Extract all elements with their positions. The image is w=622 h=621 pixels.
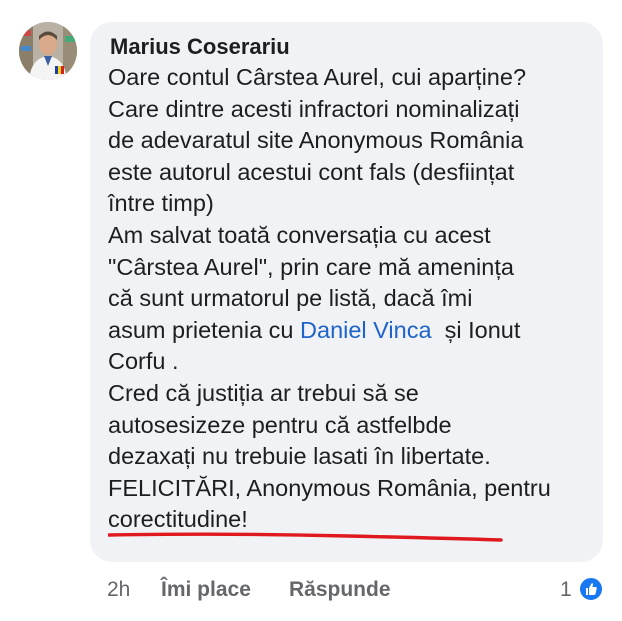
comment-line: "Cârstea Aurel", prin care mă amenința: [108, 253, 514, 280]
mention-suffix: și Ionut: [431, 316, 521, 343]
comment-line: de adevaratul site Anonymous România: [108, 127, 524, 154]
underlined-text: FELICITĂRI, Anonymous România: [108, 474, 472, 501]
comment-line: dezaxați nu trebuie lasati în libertate.: [108, 443, 491, 470]
comment-footer: 2h Îmi place Răspunde 1: [0, 576, 622, 604]
comment-line: Cred că justiția ar trebui să se: [108, 379, 419, 406]
avatar-photo: [19, 22, 77, 80]
comment-line: corectitudine!: [108, 506, 248, 533]
reply-button[interactable]: Răspunde: [289, 578, 391, 602]
comment-line-mention: asum prietenia cu Daniel Vinca și Ionut: [108, 315, 598, 347]
comment-line: Oare contul Cârstea Aurel, cui aparține?: [108, 64, 527, 90]
comment-line: este autorul acestui cont fals (desființ…: [108, 158, 515, 185]
highlighted-rest: , pentru: [471, 474, 551, 501]
comment-line: că sunt urmatorul pe listă, dacă îmi: [108, 285, 473, 312]
comment-container: Marius Coserariu Oare contul Cârstea Aur…: [0, 0, 622, 621]
comment-line-highlighted: FELICITĂRI, Anonymous România, pentru: [108, 473, 598, 505]
comment-line: Am salvat toată conversația cu acest: [108, 221, 491, 248]
thumbs-up-icon[interactable]: [578, 576, 604, 602]
mention-link[interactable]: Daniel Vinca: [300, 317, 432, 343]
comment-timestamp[interactable]: 2h: [107, 578, 130, 602]
reaction-count[interactable]: 1: [560, 578, 572, 602]
comment-line: între timp): [108, 190, 214, 217]
comment-author[interactable]: Marius Coserariu: [110, 34, 290, 60]
comment-line: Corfu .: [108, 348, 179, 375]
comment-line: autosesizeze pentru că astfelbde: [108, 411, 452, 438]
comment-bubble: Marius Coserariu Oare contul Cârstea Aur…: [90, 22, 603, 562]
mention-prefix: asum prietenia cu: [108, 316, 301, 343]
comment-line: Care dintre acesti infractori nominaliza…: [108, 95, 520, 122]
like-button[interactable]: Îmi place: [161, 578, 251, 602]
avatar[interactable]: [19, 22, 77, 80]
comment-text: Oare contul Cârstea Aurel, cui aparține?…: [108, 62, 598, 542]
